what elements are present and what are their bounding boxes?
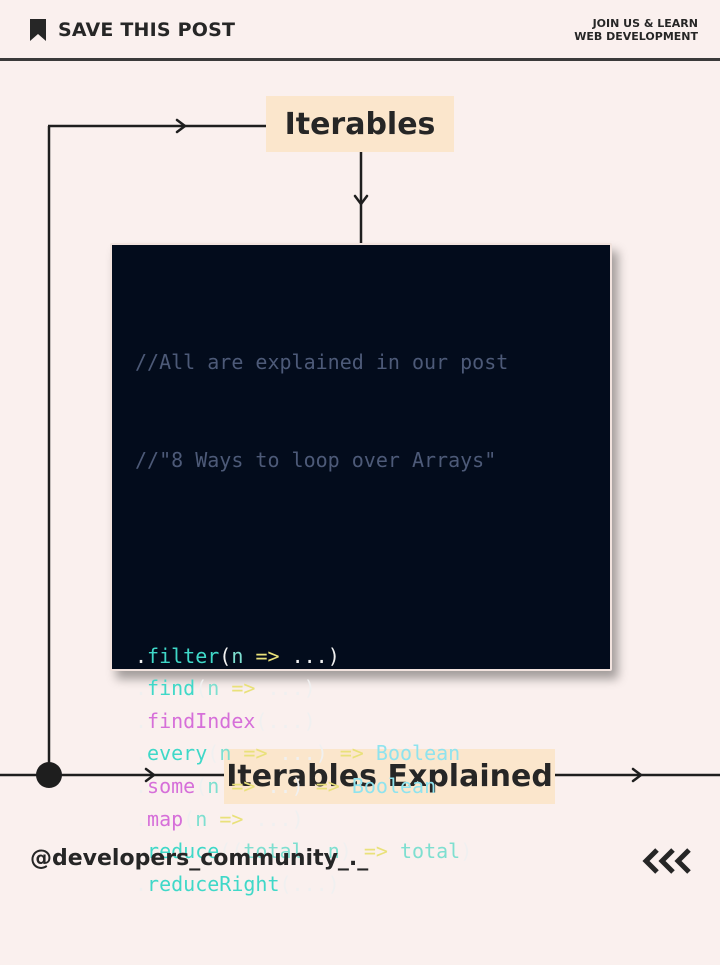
method-name: some — [147, 773, 196, 798]
chevrons-left-icon[interactable] — [641, 848, 699, 874]
code-paren: ) — [460, 839, 473, 864]
author-handle: @developers_community_._ — [30, 846, 369, 871]
code-arrow: => — [339, 741, 364, 766]
code-token: => — [243, 741, 268, 766]
code-token: ... — [279, 741, 316, 766]
code-line-findIndex: .findIndex(...) — [135, 705, 508, 738]
code-paren: ) — [315, 741, 328, 766]
code-paren: ( — [183, 806, 196, 831]
junction-dot — [36, 762, 62, 788]
code-paren: ) — [291, 773, 304, 798]
code-dot: . — [135, 773, 148, 798]
method-name: find — [147, 676, 196, 701]
return-type: Boolean — [375, 741, 461, 766]
code-token: ... — [255, 806, 292, 831]
code-token: n — [195, 806, 208, 831]
code-line-map: .map(n => ...) — [135, 803, 508, 836]
code-paren: ( — [195, 773, 208, 798]
code-paren: ( — [255, 708, 268, 733]
method-name: map — [147, 806, 184, 831]
code-dot: . — [135, 643, 148, 668]
code-token: n — [207, 773, 220, 798]
code-token: => — [255, 643, 280, 668]
code-paren: ( — [279, 871, 292, 896]
iterables-label: Iterables — [266, 96, 454, 152]
code-token: ... — [267, 708, 304, 733]
code-paren: ( — [195, 676, 208, 701]
method-name: every — [147, 741, 208, 766]
code-token: => — [231, 676, 256, 701]
code-token: ... — [291, 871, 328, 896]
code-line-filter: .filter(n => ...) — [135, 640, 508, 673]
code-comment-2: //"8 Ways to loop over Arrays" — [135, 447, 497, 472]
code-paren: ) — [291, 806, 304, 831]
return-type: Boolean — [351, 773, 437, 798]
code-dot: . — [135, 806, 148, 831]
code-dot: . — [135, 741, 148, 766]
code-line-every: .every(n => ...) => Boolean — [135, 737, 508, 770]
code-token: n — [219, 741, 232, 766]
code-line-find: .find(n => ...) — [135, 672, 508, 705]
code-token: => — [231, 773, 256, 798]
code-token: n — [231, 643, 244, 668]
code-comment-1: //All are explained in our post — [135, 350, 509, 375]
code-paren: ( — [219, 643, 232, 668]
code-dot: . — [135, 676, 148, 701]
code-dot: . — [135, 871, 148, 896]
code-token: ... — [267, 676, 304, 701]
code-token: ... — [291, 643, 328, 668]
code-paren: ) — [303, 708, 316, 733]
method-name: findIndex — [147, 708, 256, 733]
code-token: n — [207, 676, 220, 701]
code-token: total — [399, 839, 461, 864]
code-paren: ) — [303, 676, 316, 701]
code-token: .. — [267, 773, 292, 798]
code-paren: ( — [207, 741, 220, 766]
code-arrow: => — [315, 773, 340, 798]
code-token: => — [219, 806, 244, 831]
code-dot: . — [135, 708, 148, 733]
code-paren: ) — [327, 871, 340, 896]
code-paren: ) — [327, 643, 340, 668]
method-name: filter — [147, 643, 220, 668]
code-line-some: .some(n => ..) => Boolean — [135, 770, 508, 803]
method-name: reduceRight — [147, 871, 280, 896]
code-line-reduceRight: .reduceRight(...) — [135, 868, 508, 901]
code-card: //All are explained in our post //"8 Way… — [110, 243, 612, 896]
